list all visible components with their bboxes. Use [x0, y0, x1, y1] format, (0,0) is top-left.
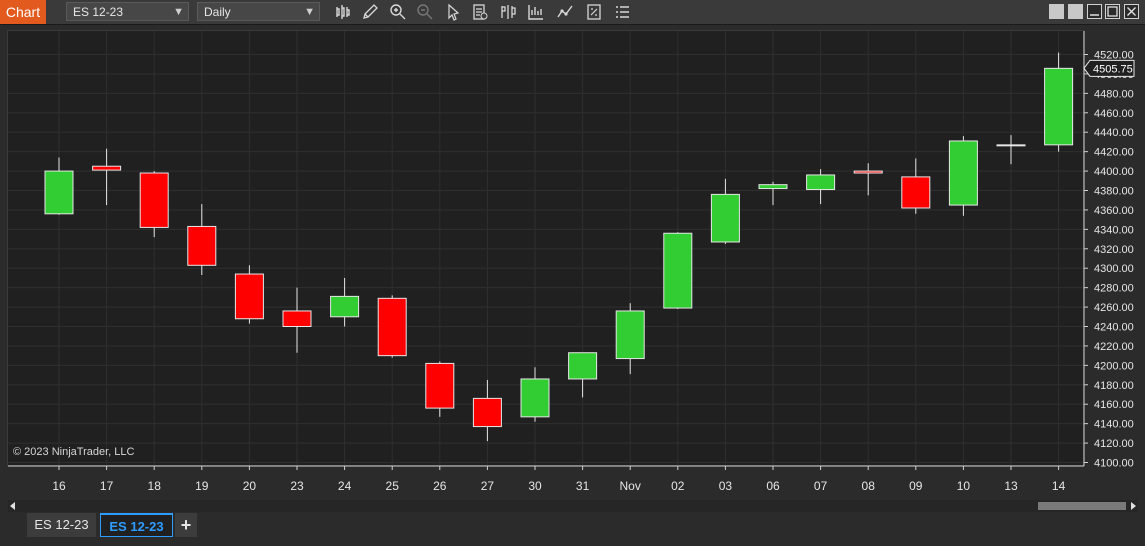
y-tick-label: 4260.00	[1094, 302, 1134, 314]
tile-window-button[interactable]	[1049, 4, 1064, 19]
x-tick-label: 16	[52, 479, 66, 493]
x-tick-label: Nov	[620, 479, 641, 493]
y-tick-label: 4180.00	[1094, 380, 1134, 392]
chevron-down-icon: ▼	[173, 6, 184, 18]
y-tick-label: 4400.00	[1094, 166, 1134, 178]
y-tick-label: 4460.00	[1094, 108, 1134, 120]
x-tick-label: 20	[243, 479, 257, 493]
chart-menu-button[interactable]: Chart	[0, 0, 46, 24]
x-tick-label: 23	[290, 479, 304, 493]
scroll-right-icon[interactable]	[1128, 500, 1138, 512]
horizontal-scrollbar[interactable]	[8, 500, 1138, 512]
maximize-icon[interactable]	[1105, 4, 1120, 19]
chart-tab-bar: ES 12-23 ES 12-23 +	[0, 513, 1145, 546]
add-tab-button[interactable]: +	[175, 513, 197, 537]
instrument-selector[interactable]: ES 12-23 ▼	[66, 2, 189, 21]
x-tick-label: 17	[100, 479, 114, 493]
chart-trader-icon[interactable]	[499, 3, 517, 21]
zoom-in-icon[interactable]	[389, 3, 407, 21]
y-tick-label: 4500.00	[1094, 69, 1134, 81]
x-tick-label: 25	[386, 479, 400, 493]
instrument-value: ES 12-23	[73, 5, 124, 19]
x-tick-label: 07	[814, 479, 828, 493]
x-tick-label: 14	[1052, 479, 1066, 493]
zoom-out-icon[interactable]	[416, 3, 434, 21]
pointer-icon[interactable]	[444, 3, 462, 21]
y-tick-label: 4480.00	[1094, 88, 1134, 100]
indicators-icon[interactable]	[556, 3, 574, 21]
scrollbar-thumb[interactable]	[1038, 502, 1126, 510]
interval-selector[interactable]: Daily ▼	[197, 2, 320, 21]
y-tick-label: 4300.00	[1094, 263, 1134, 275]
y-tick-label: 4520.00	[1094, 50, 1134, 62]
restore-window-button[interactable]	[1068, 4, 1083, 19]
x-tick-label: 02	[671, 479, 685, 493]
x-tick-label: 13	[1004, 479, 1018, 493]
x-tick-label: 30	[528, 479, 542, 493]
tab-es-12-23[interactable]: ES 12-23	[27, 513, 96, 537]
x-tick-label: 27	[481, 479, 495, 493]
interval-value: Daily	[204, 5, 231, 19]
last-price-label: 4505.75	[1093, 63, 1133, 75]
x-tick-label: 26	[433, 479, 447, 493]
chevron-down-icon: ▼	[304, 6, 315, 18]
close-icon[interactable]	[1124, 4, 1139, 19]
y-tick-label: 4440.00	[1094, 127, 1134, 139]
x-tick-label: 08	[862, 479, 876, 493]
x-tick-label: 09	[909, 479, 923, 493]
x-tick-label: 18	[148, 479, 162, 493]
y-tick-label: 4420.00	[1094, 147, 1134, 159]
y-tick-label: 4320.00	[1094, 244, 1134, 256]
chart-toolbar: Chart ES 12-23 ▼ Daily ▼	[0, 0, 1145, 25]
scroll-left-icon[interactable]	[8, 500, 18, 512]
y-tick-label: 4140.00	[1094, 419, 1134, 431]
x-tick-label: 06	[766, 479, 780, 493]
y-tick-label: 4240.00	[1094, 322, 1134, 334]
y-tick-label: 4200.00	[1094, 360, 1134, 372]
y-tick-label: 4340.00	[1094, 224, 1134, 236]
y-tick-label: 4120.00	[1094, 438, 1134, 450]
y-tick-label: 4360.00	[1094, 205, 1134, 217]
strategies-icon[interactable]	[527, 3, 545, 21]
properties-icon[interactable]	[613, 3, 631, 21]
last-price-marker	[1083, 59, 1135, 77]
x-tick-label: 03	[719, 479, 733, 493]
y-tick-label: 4280.00	[1094, 283, 1134, 295]
data-box-icon[interactable]	[471, 3, 489, 21]
tab-es-12-23-active[interactable]: ES 12-23	[100, 513, 173, 537]
templates-icon[interactable]	[585, 3, 603, 21]
bar-type-icon[interactable]	[334, 3, 352, 21]
y-tick-label: 4380.00	[1094, 186, 1134, 198]
x-tick-label: 10	[957, 479, 971, 493]
y-tick-label: 4220.00	[1094, 341, 1134, 353]
x-tick-label: 31	[576, 479, 590, 493]
y-tick-label: 4160.00	[1094, 399, 1134, 411]
x-tick-label: 24	[338, 479, 352, 493]
x-tick-label: 19	[195, 479, 209, 493]
minimize-icon[interactable]	[1087, 4, 1102, 19]
chart-panel[interactable]	[7, 30, 1084, 466]
drawing-pencil-icon[interactable]	[361, 3, 379, 21]
y-tick-label: 4100.00	[1094, 458, 1134, 470]
copyright-text: © 2023 NinjaTrader, LLC	[13, 446, 135, 458]
